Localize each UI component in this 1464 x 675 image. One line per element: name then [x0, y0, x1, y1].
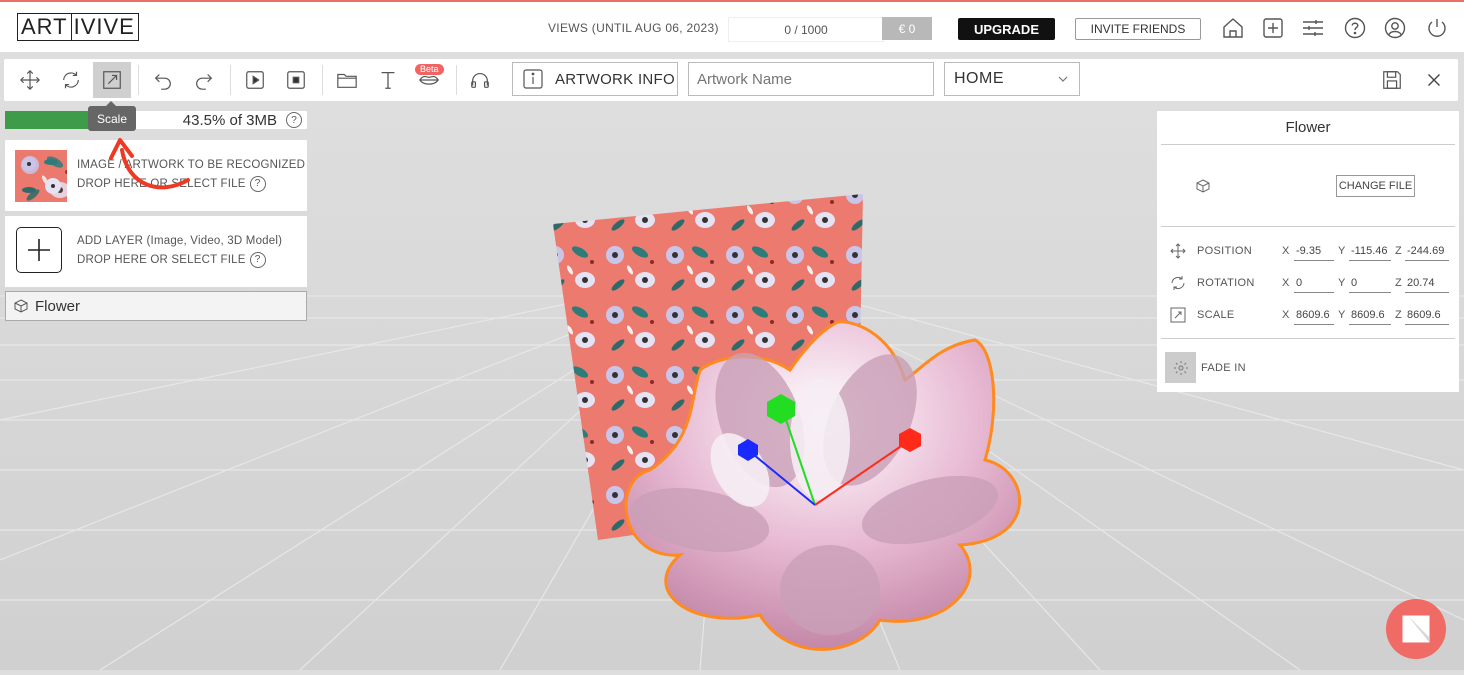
toolbar-divider — [456, 65, 457, 95]
rotation-y-input[interactable]: 0 — [1349, 274, 1391, 293]
views-cost: € 0 — [882, 17, 932, 40]
axis-y-label: Y — [1338, 309, 1346, 321]
scale-icon[interactable] — [93, 62, 131, 98]
scale-y-input[interactable]: 8609.6 — [1349, 306, 1391, 325]
properties-panel: Flower CHANGE FILE POSITION X -9.35 Y -1… — [1157, 111, 1459, 392]
logo-part2: IVIVE — [70, 14, 138, 40]
invite-friends-button[interactable]: INVITE FRIENDS — [1075, 18, 1201, 40]
fade-in-button[interactable] — [1165, 352, 1196, 383]
position-x-input[interactable]: -9.35 — [1294, 242, 1334, 261]
layer-item-flower[interactable]: Flower — [5, 291, 307, 321]
toolbar-divider — [138, 65, 139, 95]
artwork-thumbnail — [15, 150, 67, 202]
storage-help-icon[interactable]: ? — [286, 112, 302, 128]
text-icon[interactable] — [369, 62, 407, 98]
axis-y-label: Y — [1338, 245, 1346, 257]
axis-z-label: Z — [1395, 309, 1402, 321]
info-icon — [523, 69, 543, 89]
stop-icon[interactable] — [277, 62, 315, 98]
add-layer-help-icon[interactable]: ? — [249, 251, 266, 268]
add-layer-line2[interactable]: DROP HERE OR SELECT FILE — [77, 254, 246, 266]
divider — [1161, 338, 1455, 339]
folder-icon[interactable] — [328, 62, 366, 98]
toolbar-divider — [322, 65, 323, 95]
rotation-row: ROTATION X 0 Y 0 Z 20.74 — [1157, 273, 1459, 295]
plus-icon — [28, 239, 50, 261]
chat-icon — [1402, 615, 1430, 643]
views-count: 0 / 1000 — [728, 17, 884, 42]
storage-progress: 43.5% of 3MB ? — [5, 111, 307, 129]
beta-badge: Beta — [415, 64, 444, 75]
axis-x-label: X — [1282, 309, 1290, 321]
sliders-icon[interactable] — [1301, 16, 1325, 40]
layer-name: Flower — [35, 297, 81, 315]
toolbar: Beta ARTWORK INFO HOME — [4, 59, 1458, 101]
headphones-icon[interactable] — [461, 62, 499, 98]
scale-label: SCALE — [1197, 309, 1235, 321]
properties-title: Flower — [1285, 119, 1331, 136]
upgrade-button[interactable]: UPGRADE — [958, 18, 1055, 40]
scene-select-value: HOME — [954, 70, 1004, 87]
rotate-icon — [1171, 276, 1185, 290]
chevron-down-icon — [1058, 76, 1068, 82]
scale-row: SCALE X 8609.6 Y 8609.6 Z 8609.6 — [1157, 305, 1459, 327]
cube-icon — [1196, 179, 1210, 193]
fade-in-label: FADE IN — [1201, 362, 1246, 374]
add-layer-card[interactable]: ADD LAYER (Image, Video, 3D Model) DROP … — [5, 216, 307, 287]
position-row: POSITION X -9.35 Y -115.46 Z -244.69 — [1157, 241, 1459, 263]
rotate-icon[interactable] — [52, 62, 90, 98]
artwork-name-input[interactable] — [688, 62, 934, 96]
views-label: VIEWS (UNTIL AUG 06, 2023) — [548, 21, 719, 35]
add-icon[interactable] — [1261, 16, 1285, 40]
artwork-drop-line2[interactable]: DROP HERE OR SELECT FILE — [77, 178, 246, 190]
power-icon[interactable] — [1425, 16, 1449, 40]
scale-z-input[interactable]: 8609.6 — [1405, 306, 1449, 325]
artwork-info-button[interactable]: ARTWORK INFO — [512, 62, 678, 96]
storage-label: 43.5% of 3MB — [182, 112, 277, 129]
scene-select[interactable]: HOME — [944, 62, 1080, 96]
position-label: POSITION — [1197, 245, 1252, 257]
redo-icon[interactable] — [185, 62, 223, 98]
divider — [1161, 226, 1455, 227]
axis-x-label: X — [1282, 245, 1290, 257]
scale-x-input[interactable]: 8609.6 — [1294, 306, 1334, 325]
artwork-help-icon[interactable]: ? — [249, 175, 266, 192]
scale-icon — [1170, 307, 1186, 323]
add-layer-button[interactable] — [16, 227, 62, 273]
cube-icon — [14, 299, 28, 313]
rotation-x-input[interactable]: 0 — [1294, 274, 1334, 293]
artwork-drop-line1: IMAGE / ARTWORK TO BE RECOGNIZED — [77, 159, 306, 171]
help-icon[interactable] — [1343, 16, 1367, 40]
home-icon[interactable] — [1221, 16, 1245, 40]
save-icon[interactable] — [1373, 62, 1411, 98]
play-icon[interactable] — [236, 62, 274, 98]
chat-button[interactable] — [1386, 599, 1446, 659]
axis-z-label: Z — [1395, 245, 1402, 257]
move-icon[interactable] — [11, 62, 49, 98]
position-y-input[interactable]: -115.46 — [1349, 242, 1391, 261]
logo-part1: ART — [21, 14, 68, 39]
divider — [1161, 144, 1455, 145]
rotation-label: ROTATION — [1197, 277, 1255, 289]
top-bar: ART IVIVE VIEWS (UNTIL AUG 06, 2023) 0 /… — [0, 0, 1464, 52]
artwork-info-label: ARTWORK INFO — [555, 70, 675, 88]
artwork-drop-card[interactable]: IMAGE / ARTWORK TO BE RECOGNIZED DROP HE… — [5, 140, 307, 211]
toolbar-divider — [230, 65, 231, 95]
axis-y-label: Y — [1338, 277, 1346, 289]
change-file-button[interactable]: CHANGE FILE — [1336, 175, 1415, 197]
artivive-logo[interactable]: ART IVIVE — [17, 13, 139, 41]
user-icon[interactable] — [1383, 16, 1407, 40]
undo-icon[interactable] — [144, 62, 182, 98]
axis-x-label: X — [1282, 277, 1290, 289]
position-z-input[interactable]: -244.69 — [1405, 242, 1449, 261]
add-layer-line1: ADD LAYER (Image, Video, 3D Model) — [77, 235, 283, 247]
sun-icon — [1173, 360, 1188, 375]
close-icon[interactable] — [1415, 62, 1453, 98]
scale-tooltip: Scale — [88, 101, 136, 131]
move-icon — [1170, 243, 1186, 259]
axis-z-label: Z — [1395, 277, 1402, 289]
rotation-z-input[interactable]: 20.74 — [1405, 274, 1449, 293]
